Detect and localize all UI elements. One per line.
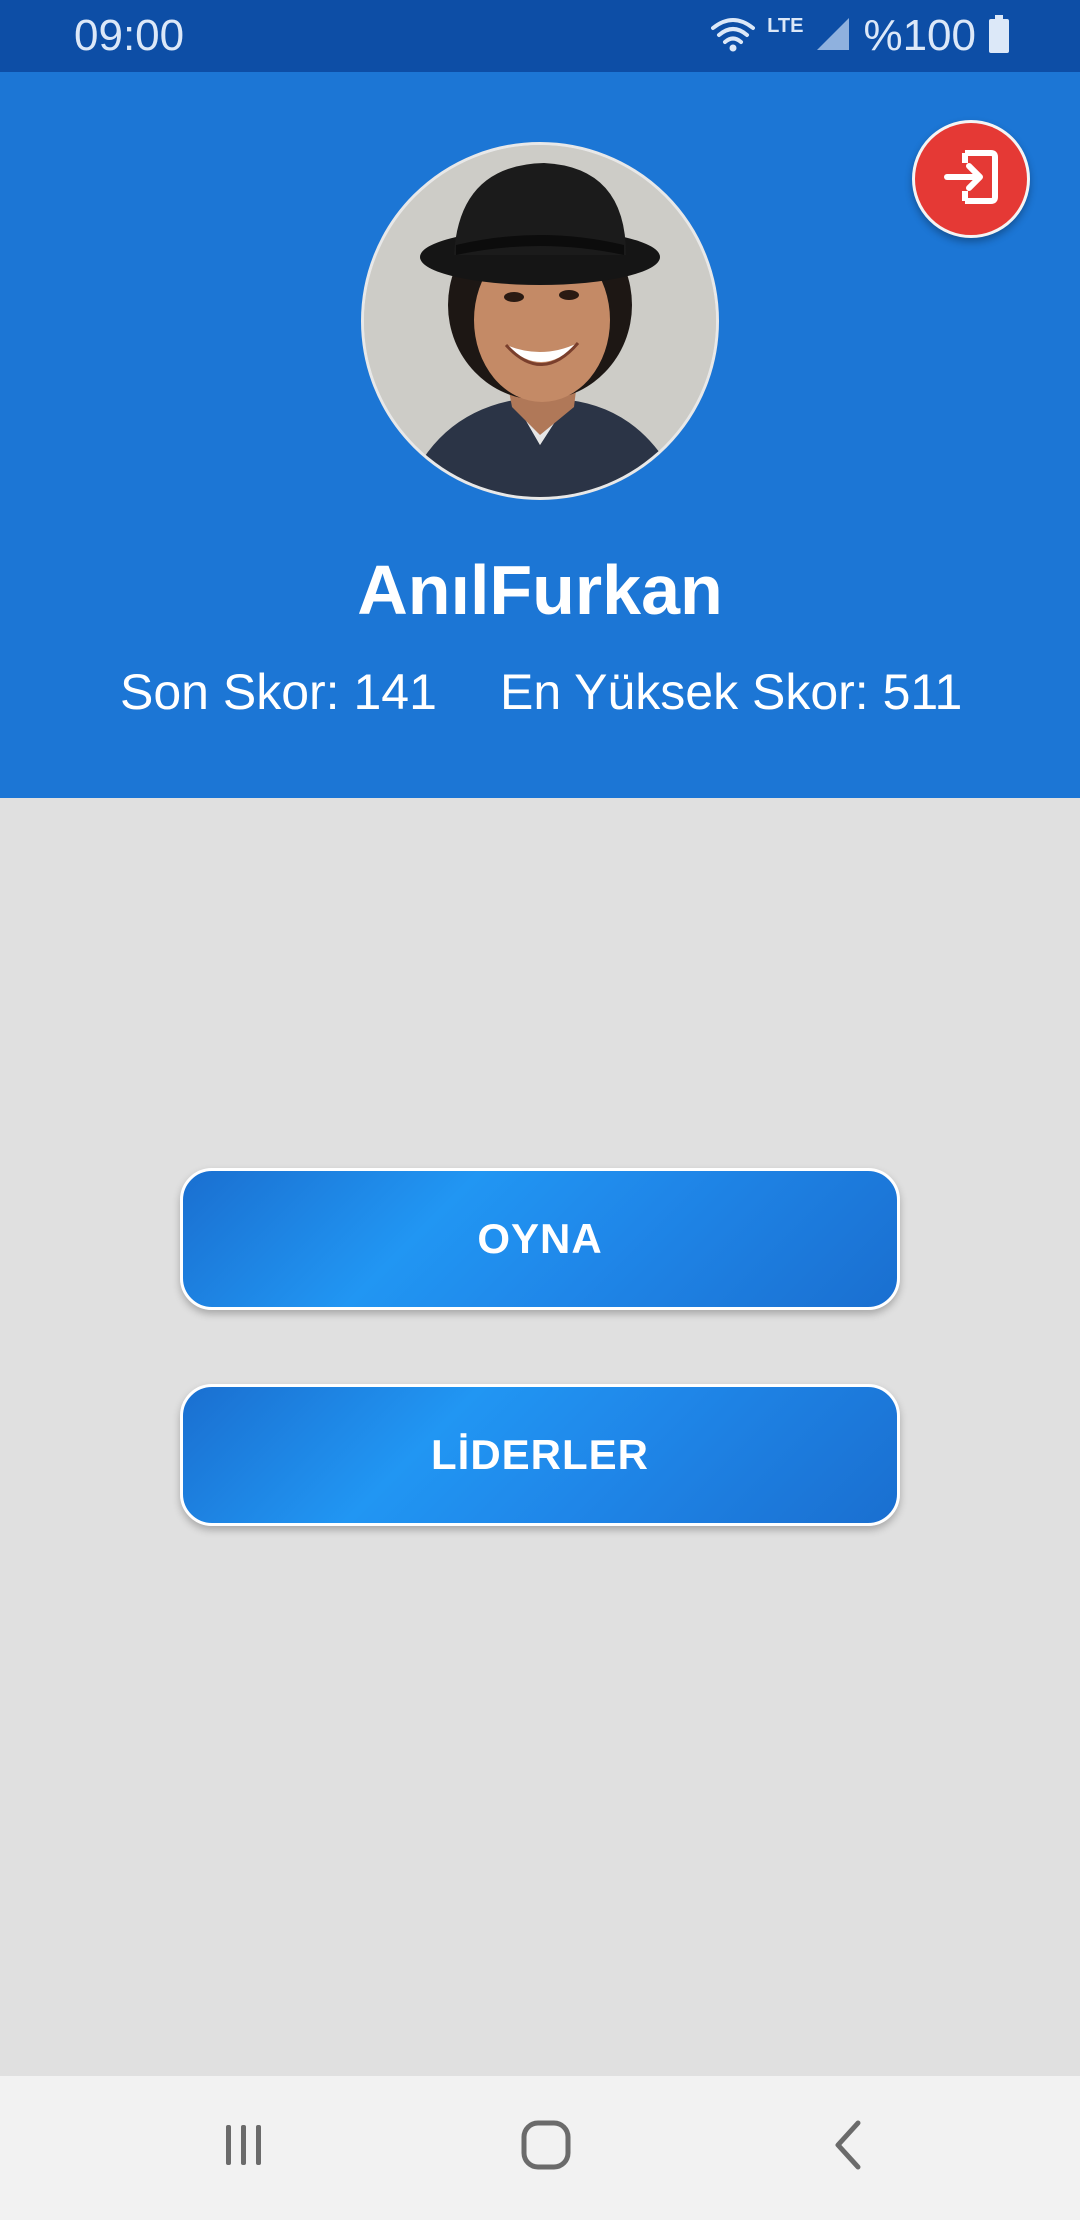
home-icon <box>520 2119 572 2176</box>
status-bar: 09:00 LTE %100 <box>0 0 1080 72</box>
back-button[interactable] <box>788 2102 908 2192</box>
screen: 09:00 LTE %100 AnılFurkan Son Skor: 141 … <box>0 0 1080 2220</box>
wifi-icon <box>711 16 756 57</box>
signal-icon <box>815 16 851 57</box>
play-button[interactable]: OYNA <box>180 1168 900 1310</box>
navigation-bar <box>0 2076 1080 2220</box>
lte-label: LTE <box>767 14 804 37</box>
profile-avatar <box>361 142 719 500</box>
logout-button[interactable] <box>912 120 1030 238</box>
status-time: 09:00 <box>74 11 185 60</box>
home-button[interactable] <box>486 2102 606 2192</box>
status-icons: LTE %100 <box>711 12 1010 60</box>
profile-header: AnılFurkan Son Skor: 141 En Yüksek Skor:… <box>0 72 1080 798</box>
recent-apps-button[interactable] <box>184 2102 304 2192</box>
leaders-button[interactable]: LİDERLER <box>180 1384 900 1526</box>
logout-icon <box>941 147 1001 212</box>
recent-apps-icon <box>220 2121 268 2174</box>
battery-icon <box>988 14 1010 58</box>
back-icon <box>828 2119 868 2176</box>
last-score: Son Skor: 141 <box>120 664 437 720</box>
high-score: En Yüksek Skor: 511 <box>500 664 963 720</box>
battery-percent: %100 <box>863 11 976 60</box>
user-name: AnılFurkan <box>357 551 723 629</box>
